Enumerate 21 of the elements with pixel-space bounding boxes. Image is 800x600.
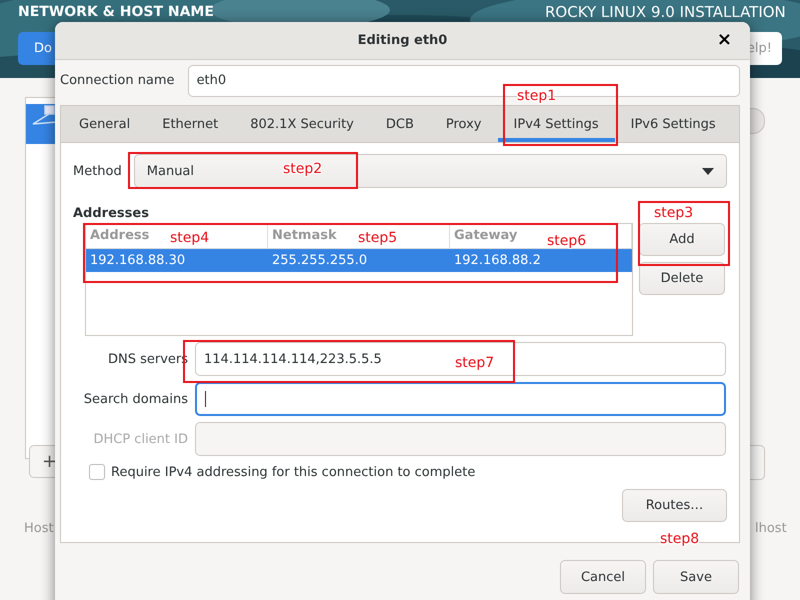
- annotation-label: step4: [170, 230, 210, 246]
- annotation-label: step3: [654, 205, 694, 221]
- annotation-label: step5: [358, 230, 398, 246]
- annotation-label: step7: [455, 355, 494, 371]
- method-label: Method: [73, 164, 122, 178]
- hostname-value: lhost: [755, 521, 787, 536]
- table-cell-text: 192.168.88.2: [453, 252, 542, 270]
- hostname-label: Host: [24, 521, 54, 536]
- table-cell-text: 255.255.255.0: [271, 252, 368, 270]
- addresses-heading: Addresses: [73, 206, 149, 221]
- page-title: NETWORK & HOST NAME: [18, 4, 214, 20]
- connection-name-label: Connection name: [60, 73, 175, 88]
- table-cell-text: 192.168.88.30: [89, 252, 186, 270]
- annotation-label: step2: [283, 161, 322, 177]
- installer-title: ROCKY LINUX 9.0 INSTALLATION: [545, 3, 786, 21]
- checkbox-label: Require IPv4 addressing for this connection to complete: [111, 464, 476, 480]
- dialog-title: Editing eth0: [358, 33, 448, 48]
- field-label: Search domains: [82, 392, 189, 406]
- field-label: DHCP client ID: [92, 432, 189, 446]
- annotation-label: step6: [547, 233, 586, 249]
- annotation-label: step8: [660, 531, 700, 547]
